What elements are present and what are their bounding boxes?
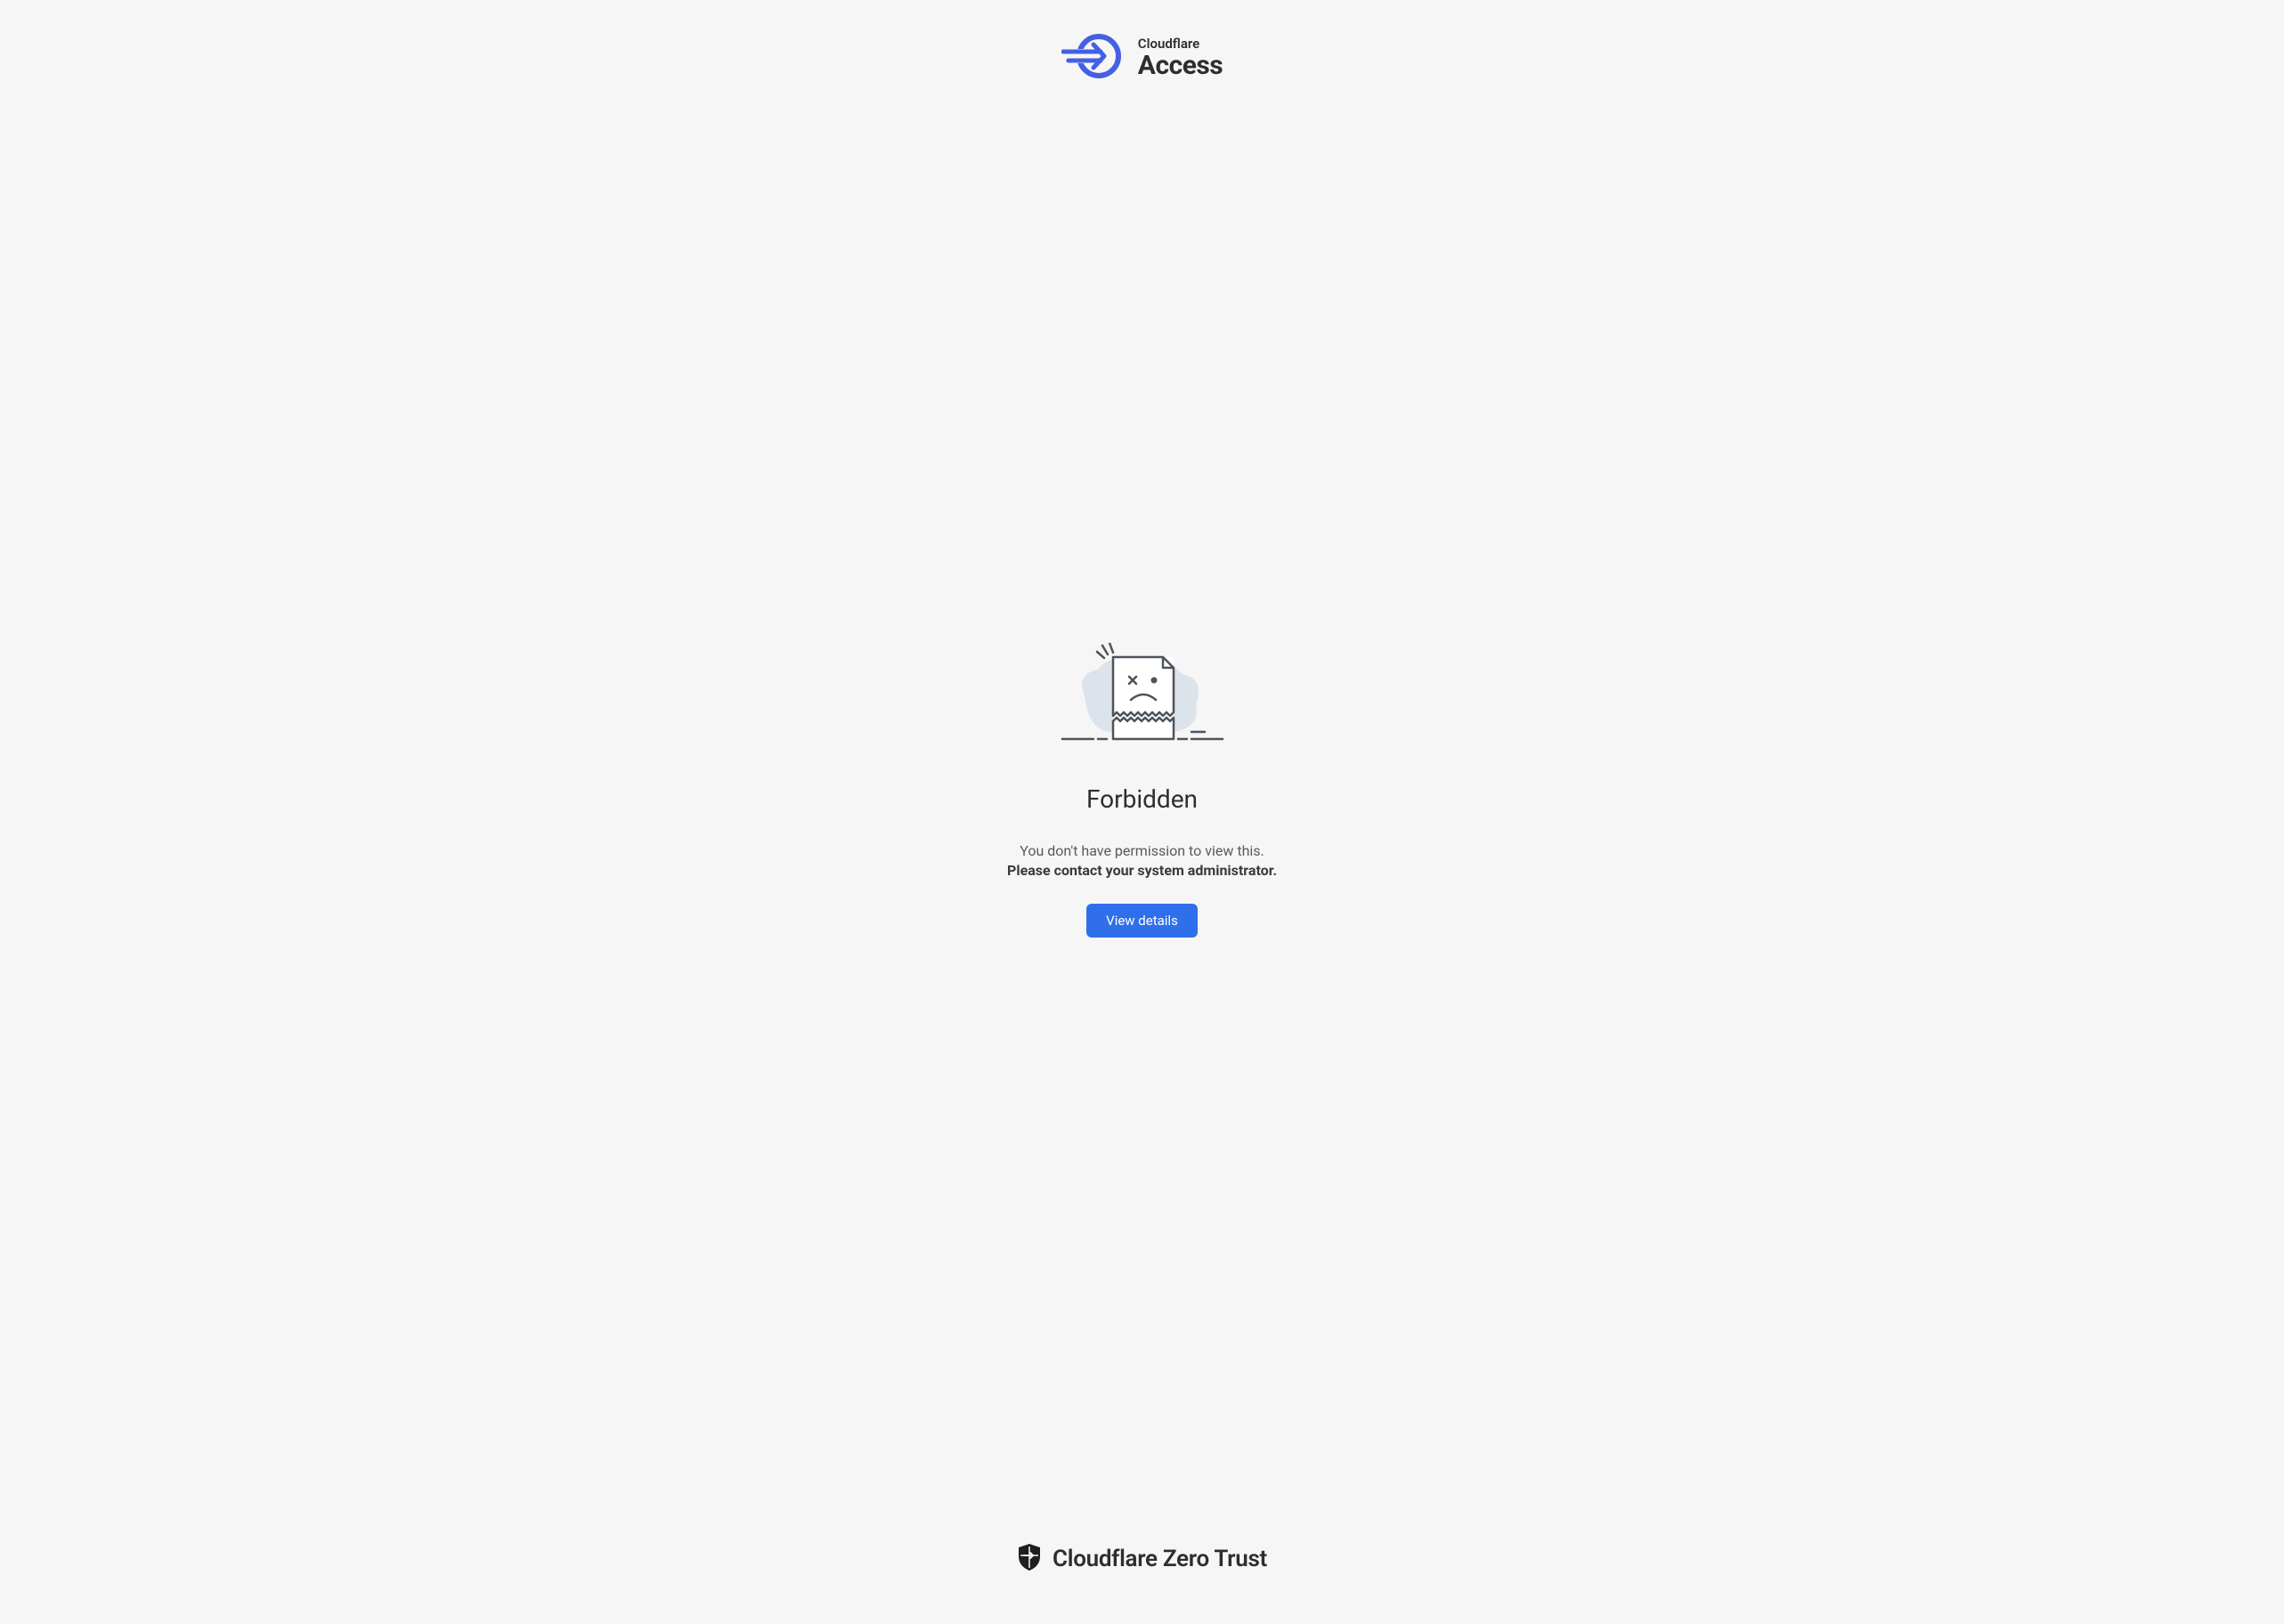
main-content: Forbidden You don't have permission to v… bbox=[0, 37, 2284, 1543]
error-message: You don't have permission to view this. bbox=[1020, 840, 1264, 862]
error-title: Forbidden bbox=[1086, 784, 1198, 814]
footer: Cloudflare Zero Trust bbox=[1017, 1543, 1267, 1575]
footer-text: Cloudflare Zero Trust bbox=[1053, 1546, 1267, 1572]
sad-document-icon bbox=[1058, 643, 1227, 784]
error-message-bold: Please contact your system administrator… bbox=[1007, 862, 1277, 879]
view-details-button[interactable]: View details bbox=[1086, 904, 1198, 938]
shield-icon bbox=[1017, 1543, 1042, 1575]
